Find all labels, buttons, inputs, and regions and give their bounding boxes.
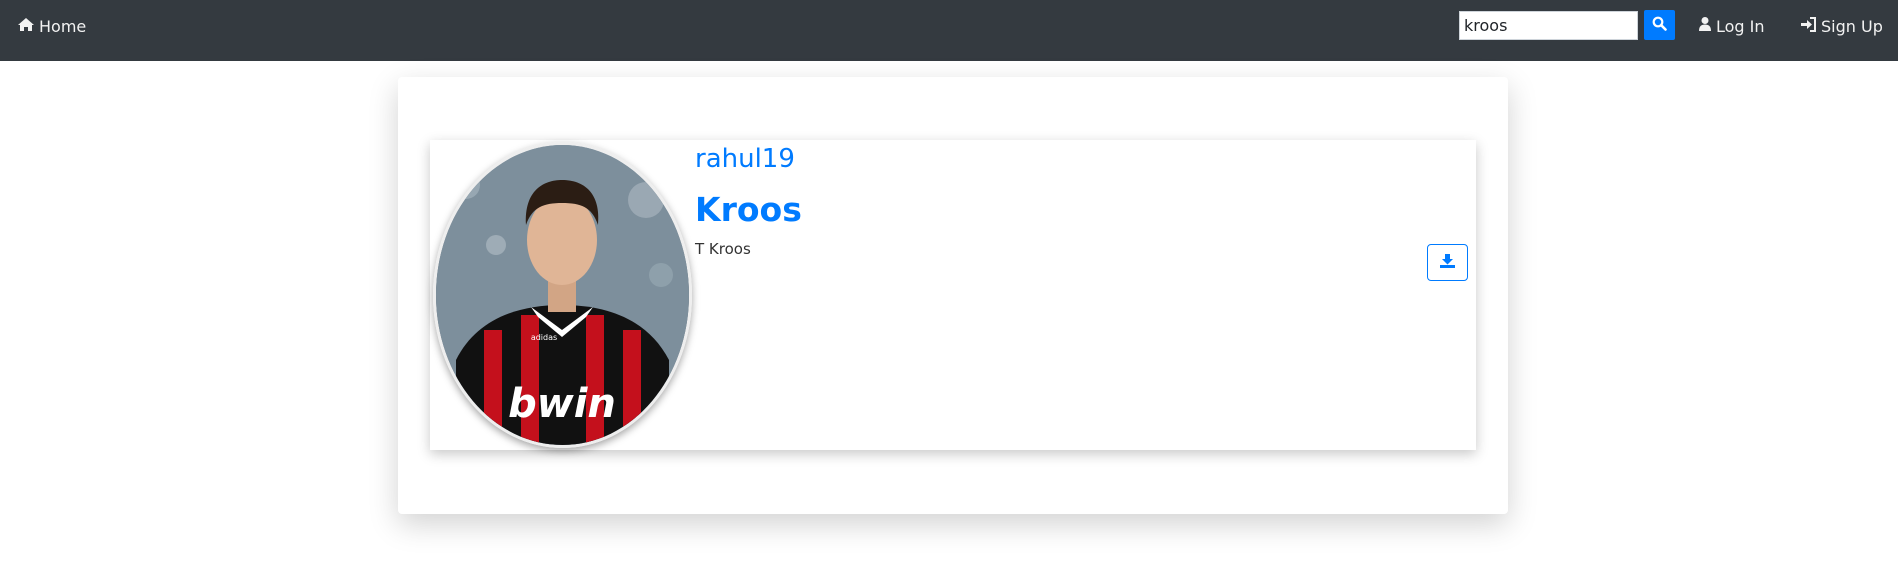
search-icon xyxy=(1652,16,1667,34)
profile-description: T Kroos xyxy=(695,240,751,258)
nav-home-label: Home xyxy=(39,16,87,36)
nav-login-label: Log In xyxy=(1716,16,1765,36)
nav-signup-label: Sign Up xyxy=(1821,16,1883,36)
download-button[interactable] xyxy=(1427,244,1468,281)
home-icon xyxy=(17,17,39,36)
user-icon xyxy=(1698,16,1716,36)
search-input[interactable] xyxy=(1459,11,1638,40)
top-navbar: Home Log In Sign Up xyxy=(0,0,1898,61)
nav-login-link[interactable]: Log In xyxy=(1698,15,1765,37)
search-button[interactable] xyxy=(1644,10,1675,40)
download-icon xyxy=(1439,253,1456,272)
nav-home-link[interactable]: Home xyxy=(17,15,86,37)
profile-title: Kroos xyxy=(695,190,802,229)
svg-text:adidas: adidas xyxy=(531,333,557,342)
svg-text:bwin: bwin xyxy=(508,381,616,427)
sign-in-icon xyxy=(1800,16,1821,36)
avatar: bwin adidas xyxy=(433,142,692,448)
profile-username[interactable]: rahul19 xyxy=(695,144,795,174)
nav-signup-link[interactable]: Sign Up xyxy=(1800,15,1883,37)
